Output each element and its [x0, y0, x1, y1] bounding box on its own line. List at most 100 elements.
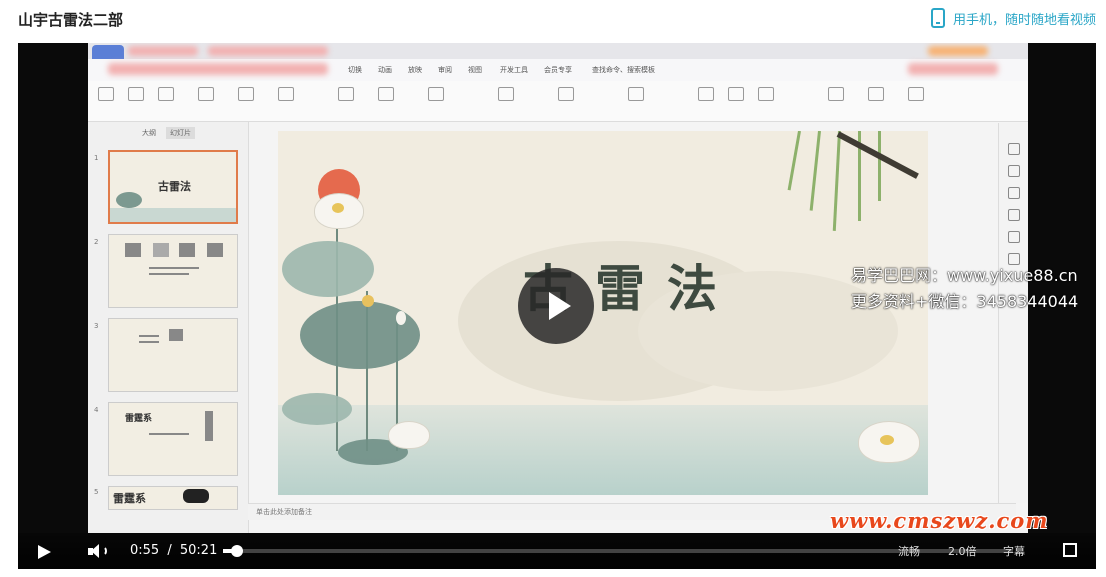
menu-item: 审阅 [438, 66, 452, 74]
thumb-line [139, 335, 159, 337]
blurred-tab [928, 46, 988, 56]
thumb-number: 5 [94, 488, 99, 496]
phone-icon [930, 8, 945, 28]
subtitle-button[interactable]: 字幕 [1003, 543, 1025, 559]
layout-icon [278, 87, 294, 101]
time-separator: / [167, 543, 172, 558]
thumb-title: 雷霆系 [125, 414, 153, 424]
lotus-bud [396, 311, 406, 325]
lotus-flower [388, 421, 430, 449]
play-button[interactable] [38, 545, 51, 559]
thumb-number: 3 [94, 322, 99, 330]
thumb-number: 2 [94, 238, 99, 246]
thumb-line [149, 273, 189, 275]
mobile-watch-label: 用手机，随时随地看视频 [952, 12, 1096, 28]
wps-tab-bar [88, 43, 1028, 59]
menu-item: 动画 [378, 66, 392, 74]
blurred-menu [108, 63, 328, 75]
wps-menu-bar: 切换 动画 放映 审阅 视图 开发工具 会员专享 查找命令、搜索模板 [88, 59, 1028, 82]
tab-outline: 大纲 [142, 129, 156, 137]
speed-button[interactable]: 2.0倍 [948, 543, 977, 559]
toolbar-icon [1008, 187, 1020, 199]
wps-home-tab [92, 45, 124, 59]
lotus-pod [880, 435, 894, 445]
toolbar-icon [1008, 209, 1020, 221]
lotus-leaf [116, 192, 142, 208]
select-icon [908, 87, 924, 101]
list-icon [498, 87, 514, 101]
select-tool-icon [828, 87, 844, 101]
watermark-line-2: 更多资料+微信：3458344044 [851, 292, 1079, 311]
menu-item: 视图 [468, 66, 482, 74]
time-display: 0:55 / 50:21 [130, 543, 217, 558]
bold-icon [338, 87, 354, 101]
main-slide: 古雷法 [278, 131, 928, 495]
menu-item: 放映 [408, 66, 422, 74]
willow-branch [809, 131, 821, 211]
blurred-menu [908, 63, 998, 75]
thumb-block [205, 411, 213, 441]
font-color-icon [378, 87, 394, 101]
slide-thumb-4: 雷霆系 [108, 402, 238, 476]
quality-button[interactable]: 流畅 [898, 543, 920, 559]
lotus-pod [332, 203, 344, 213]
paste-icon [98, 87, 114, 101]
thumb-title: 古雷法 [158, 180, 191, 193]
watermark-line-1: 易学巴巴网：www.yixue88.cn [851, 266, 1078, 285]
text-effects-icon [428, 87, 444, 101]
progress-knob[interactable] [231, 545, 244, 557]
slide-thumb-1: 古雷法 [108, 150, 238, 224]
progress-bar[interactable] [223, 545, 1013, 557]
thumb-block [179, 243, 195, 257]
slide-thumb-2 [108, 234, 238, 308]
thumb-water [110, 208, 236, 222]
slide-thumb-5: 雷霆系 [108, 486, 238, 510]
video-player[interactable]: 切换 动画 放映 审阅 视图 开发工具 会员专享 查找命令、搜索模板 大纲 幻灯… [18, 43, 1096, 569]
lotus-leaf [282, 241, 374, 297]
fullscreen-icon[interactable] [1063, 543, 1077, 557]
toolbar-icon [1008, 231, 1020, 243]
site-watermark: www.cmszwz.com [830, 508, 1049, 533]
format-painter-icon [158, 87, 174, 101]
thumb-line [139, 341, 159, 343]
lotus-leaf [282, 393, 352, 425]
thumb-line [149, 267, 199, 269]
thumb-title: 雷霆系 [113, 492, 146, 505]
thumb-line [149, 433, 189, 435]
textbox-icon [698, 87, 714, 101]
new-slide-icon [238, 87, 254, 101]
thumb-block [153, 243, 169, 257]
menu-item: 开发工具 [500, 66, 528, 74]
search-commands: 查找命令、搜索模板 [592, 66, 655, 74]
volume-icon[interactable] [88, 544, 108, 560]
toolbar-icon [1008, 165, 1020, 177]
thumb-number: 1 [94, 154, 99, 162]
page-header: 山宇古雷法二部 用手机，随时随地看视频 [0, 0, 1106, 40]
blurred-tab [208, 46, 328, 56]
toolbar-icon [1008, 143, 1020, 155]
play-from-start-icon [198, 87, 214, 101]
blurred-tab [128, 46, 198, 56]
center-play-button[interactable] [518, 268, 594, 344]
page-title: 山宇古雷法二部 [18, 11, 124, 29]
player-control-bar: 0:55 / 50:21 流畅 2.0倍 字幕 [18, 533, 1096, 569]
menu-item: 会员专享 [544, 66, 572, 74]
thumb-block [169, 329, 183, 341]
align-icon [558, 87, 574, 101]
find-icon [868, 87, 884, 101]
willow-branch [787, 131, 801, 191]
duration: 50:21 [179, 543, 218, 558]
text-watermark: 易学巴巴网：www.yixue88.cn 更多资料+微信：3458344044 [851, 263, 1078, 315]
current-time: 0:55 [130, 543, 160, 558]
smart-art-icon [628, 87, 644, 101]
slide-thumb-3 [108, 318, 238, 392]
menu-item: 切换 [348, 66, 362, 74]
mobile-watch-link[interactable]: 用手机，随时随地看视频 [930, 8, 1096, 28]
lotus-bud [362, 295, 374, 307]
thumb-number: 4 [94, 406, 99, 414]
slide-thumbnail-panel: 大纲 幻灯片 1 古雷法 2 3 4 雷霆系 5 雷霆系 [88, 122, 249, 533]
cut-icon [128, 87, 144, 101]
arrange-icon [758, 87, 774, 101]
willow-branch [878, 131, 881, 201]
shape-icon [728, 87, 744, 101]
